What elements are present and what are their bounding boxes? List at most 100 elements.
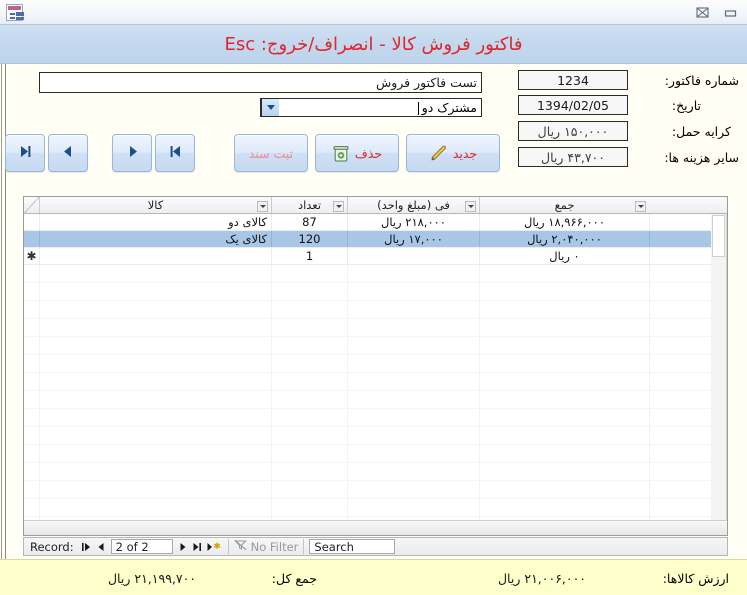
- record-new-button[interactable]: ✱: [205, 538, 223, 555]
- empty-cell: [24, 499, 39, 516]
- record-position-input[interactable]: 2 of 2: [111, 539, 173, 554]
- invoice-number-value: 1234: [557, 73, 589, 88]
- empty-cell: [24, 391, 39, 408]
- empty-cell: [39, 463, 271, 480]
- filter-status[interactable]: No Filter: [234, 539, 299, 554]
- goods-value-label: ارزش کالاها:: [663, 571, 729, 586]
- column-header-qty[interactable]: تعداد: [271, 197, 347, 213]
- column-header-filler: [649, 197, 727, 213]
- sum-filter-dropdown-icon[interactable]: [635, 201, 646, 212]
- nav-last-button[interactable]: [155, 134, 195, 172]
- column-header-sum-label: جمع: [555, 198, 575, 212]
- empty-cell: [271, 463, 347, 480]
- description-input[interactable]: تست فاکتور فروش: [39, 72, 482, 93]
- new-button[interactable]: جدید: [406, 134, 500, 172]
- close-icon[interactable]: [689, 2, 715, 22]
- delete-button[interactable]: حذف: [315, 134, 399, 172]
- other-costs-value: ۴۳,۷۰۰ ریال: [541, 150, 605, 165]
- record-last-button[interactable]: [190, 538, 205, 555]
- search-value: Search: [314, 540, 354, 554]
- empty-row: [24, 463, 727, 481]
- empty-cell: [347, 391, 479, 408]
- cell-quantity[interactable]: 120: [271, 231, 347, 247]
- empty-cell: [347, 337, 479, 354]
- customer-combobox[interactable]: مشترک دو: [260, 98, 482, 117]
- table-row[interactable]: ۱۸,۹۶۶,۰۰۰ ریال۲۱۸,۰۰۰ ریال87کالای دو: [24, 214, 727, 231]
- row-selector[interactable]: [24, 231, 39, 247]
- freight-label: کرایه حمل:: [672, 124, 731, 139]
- empty-cell: [39, 265, 271, 282]
- empty-cell: [271, 445, 347, 462]
- nav-first-button[interactable]: [5, 134, 45, 172]
- empty-cell: [479, 481, 649, 498]
- empty-cell: [347, 499, 479, 516]
- column-header-qty-label: تعداد: [298, 198, 321, 212]
- empty-cell: [271, 373, 347, 390]
- column-header-sum[interactable]: جمع: [479, 197, 649, 213]
- empty-cell: [271, 391, 347, 408]
- new-record-marker[interactable]: ✱: [24, 248, 39, 264]
- qty-filter-dropdown-icon[interactable]: [333, 201, 344, 212]
- empty-cell: [479, 319, 649, 336]
- cell-quantity[interactable]: 1: [271, 248, 347, 264]
- column-header-price[interactable]: فی (مبلغ واحد): [347, 197, 479, 213]
- empty-cell: [39, 337, 271, 354]
- form-footer: ارزش کالاها: ۲۱,۰۰۶,۰۰۰ ریال جمع کل: ۲۱,…: [0, 559, 747, 595]
- empty-cell: [479, 409, 649, 426]
- nav-next-button[interactable]: [112, 134, 152, 172]
- empty-row: [24, 319, 727, 337]
- cell-sum[interactable]: ۲,۰۴۰,۰۰۰ ریال: [479, 231, 649, 247]
- nav-prev-button[interactable]: [48, 134, 88, 172]
- empty-cell: [24, 355, 39, 372]
- datasheet-horizontal-scrollbar[interactable]: [24, 520, 727, 535]
- cell-quantity[interactable]: 87: [271, 214, 347, 230]
- description-value: تست فاکتور فروش: [376, 75, 477, 90]
- submit-document-button[interactable]: ثبت سند: [234, 134, 308, 172]
- empty-cell: [479, 391, 649, 408]
- invoice-number-label: شماره فاکتور:: [665, 73, 739, 88]
- table-row[interactable]: ۰ ریال 1 ✱: [24, 248, 727, 265]
- invoice-number-input[interactable]: 1234: [518, 70, 628, 90]
- empty-row: [24, 409, 727, 427]
- empty-cell: [24, 445, 39, 462]
- empty-row: [24, 337, 727, 355]
- goods-filter-dropdown-icon[interactable]: [257, 201, 268, 212]
- window-controls: [689, 2, 743, 22]
- other-costs-input[interactable]: ۴۳,۷۰۰ ریال: [518, 147, 628, 167]
- empty-cell: [39, 301, 271, 318]
- cell-price[interactable]: [347, 248, 479, 264]
- pencil-icon: [429, 144, 448, 163]
- empty-row: [24, 499, 727, 517]
- date-input[interactable]: 1394/02/05: [518, 95, 628, 115]
- empty-cell: [271, 427, 347, 444]
- search-input[interactable]: Search: [309, 539, 395, 554]
- cell-goods[interactable]: کالای دو: [39, 214, 271, 230]
- minimize-button[interactable]: [717, 2, 743, 22]
- cell-sum[interactable]: ۱۸,۹۶۶,۰۰۰ ریال: [479, 214, 649, 230]
- empty-cell: [347, 427, 479, 444]
- nav-last-icon: [168, 145, 183, 161]
- cell-price[interactable]: ۱۷,۰۰۰ ریال: [347, 231, 479, 247]
- datasheet-header-row: جمع فی (مبلغ واحد) تعداد کالا: [24, 197, 727, 214]
- price-filter-dropdown-icon[interactable]: [465, 201, 476, 212]
- cell-goods[interactable]: کالای یک: [39, 231, 271, 247]
- cell-price[interactable]: ۲۱۸,۰۰۰ ریال: [347, 214, 479, 230]
- date-label: تاریخ:: [672, 98, 701, 113]
- row-selector[interactable]: [24, 214, 39, 230]
- line-items-datasheet[interactable]: جمع فی (مبلغ واحد) تعداد کالا ۱۸,۹۶۶,۰۰۰…: [23, 196, 728, 536]
- record-prev-button[interactable]: [94, 538, 109, 555]
- column-header-goods-label: کالا: [148, 198, 164, 212]
- empty-cell: [24, 463, 39, 480]
- nav-next-icon: [126, 145, 139, 161]
- column-header-goods[interactable]: کالا: [39, 197, 271, 213]
- record-first-button[interactable]: [79, 538, 94, 555]
- chevron-down-icon[interactable]: [261, 99, 279, 116]
- cell-sum[interactable]: ۰ ریال: [479, 248, 649, 264]
- record-next-button[interactable]: [175, 538, 190, 555]
- table-row[interactable]: ۲,۰۴۰,۰۰۰ ریال۱۷,۰۰۰ ریال120کالای یک: [24, 231, 727, 248]
- record-navigator: Record: 2 of 2 ✱ No Fil: [23, 537, 728, 556]
- datasheet-vertical-scrollbar[interactable]: [711, 214, 727, 520]
- cell-goods[interactable]: [39, 248, 271, 264]
- freight-input[interactable]: ۱۵۰,۰۰۰ ریال: [518, 121, 628, 141]
- empty-cell: [479, 337, 649, 354]
